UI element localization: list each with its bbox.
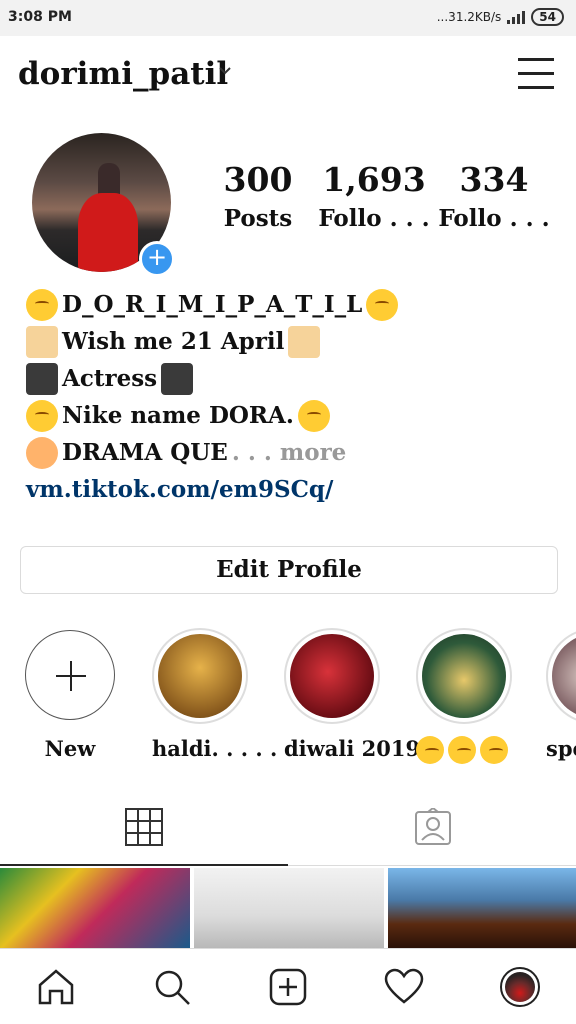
highlight-cover — [158, 634, 242, 718]
more-link[interactable]: . . . more — [232, 439, 346, 466]
followers-count: 1,693 — [322, 160, 426, 199]
profile-header: dorimi_patil — [0, 36, 576, 116]
network-speed: ...31.2KB/s — [436, 10, 502, 24]
highlight-new[interactable]: New — [22, 628, 118, 761]
kissing-face-emoji-icon — [297, 399, 330, 432]
highlight-diwali[interactable]: diwali 2019 — [284, 628, 421, 761]
movie-camera-emoji-icon — [161, 362, 194, 395]
bio-line: D_O_R_I_M_I_P_A_T_I_L — [26, 286, 556, 323]
post-thumbnail[interactable] — [0, 868, 190, 948]
tagged-icon[interactable] — [414, 808, 452, 846]
status-right: ...31.2KB/s 54 — [437, 8, 564, 26]
username[interactable]: dorimi_patil — [18, 56, 228, 92]
highlight-label: haldi. . . . . — [152, 736, 278, 761]
cake-emoji-icon — [26, 325, 58, 358]
add-story-icon[interactable]: + — [139, 241, 175, 277]
add-post-icon[interactable] — [268, 967, 308, 1007]
highlight-label: spec — [546, 736, 576, 761]
profile-avatar-icon[interactable] — [500, 967, 540, 1007]
highlight-label — [416, 736, 512, 769]
post-thumbnail[interactable] — [388, 868, 576, 948]
grid-icon[interactable] — [125, 808, 163, 846]
active-tab-indicator — [0, 864, 288, 866]
highlight-emoji[interactable] — [416, 628, 512, 769]
movie-camera-emoji-icon — [26, 362, 58, 395]
profile-tabs — [0, 800, 576, 866]
bio-drama: DRAMA QUE — [62, 439, 228, 466]
birthday-cake-emoji-icon — [288, 325, 321, 358]
followers-label: Follo . . . — [318, 205, 430, 232]
search-icon[interactable] — [152, 967, 192, 1007]
menu-icon[interactable] — [518, 58, 554, 92]
bio-line: Wish me 21 April — [26, 323, 556, 360]
highlight-haldi[interactable]: haldi. . . . . — [152, 628, 278, 761]
bio-line: Actress — [26, 360, 556, 397]
kissing-heart-emoji-icon — [448, 736, 476, 764]
highlight-spec[interactable]: spec — [546, 628, 576, 761]
chevron-down-icon[interactable] — [218, 66, 232, 76]
following-label: Follo . . . — [438, 205, 550, 232]
status-bar: 3:08 PM ...31.2KB/s 54 — [0, 0, 576, 36]
add-highlight-icon — [25, 630, 115, 720]
bio-occupation: Actress — [62, 365, 158, 392]
post-grid — [0, 868, 576, 948]
highlight-label: diwali 2019 — [284, 736, 421, 761]
bio-nickname: Nike name DORA. — [62, 402, 294, 429]
bio-birthday: Wish me 21 April — [62, 328, 285, 355]
status-time: 3:08 PM — [8, 9, 72, 25]
stat-following[interactable]: 334 Follo . . . — [434, 160, 554, 232]
kissing-heart-emoji-icon — [480, 736, 508, 764]
heart-icon[interactable] — [384, 967, 424, 1007]
post-thumbnail[interactable] — [194, 868, 384, 948]
bio-line: Nike name DORA. — [26, 397, 556, 434]
highlight-cover — [290, 634, 374, 718]
signal-icon — [507, 10, 526, 24]
kissing-heart-emoji-icon — [416, 736, 444, 764]
highlight-cover — [552, 634, 576, 718]
stat-followers[interactable]: 1,693 Follo . . . — [314, 160, 434, 232]
princess-emoji-icon — [26, 436, 58, 469]
highlight-label: New — [44, 736, 96, 761]
bio-website-link[interactable]: vm.tiktok.com/em9SCq/ — [26, 476, 333, 503]
kissing-face-emoji-icon — [26, 399, 58, 432]
bio-line: vm.tiktok.com/em9SCq/ — [26, 471, 556, 508]
home-icon[interactable] — [36, 967, 76, 1007]
kissing-face-emoji-icon — [26, 288, 58, 321]
bio: D_O_R_I_M_I_P_A_T_I_L Wish me 21 April A… — [26, 286, 556, 508]
highlight-cover — [422, 634, 506, 718]
battery-icon: 54 — [531, 8, 564, 26]
posts-count: 300 — [223, 160, 293, 199]
bottom-navigation — [0, 948, 576, 1024]
bio-name: D_O_R_I_M_I_P_A_T_I_L — [62, 291, 363, 318]
following-count: 334 — [459, 160, 529, 199]
bio-line: DRAMA QUE . . . more — [26, 434, 556, 471]
kissing-face-emoji-icon — [366, 288, 399, 321]
posts-label: Posts — [223, 205, 293, 232]
edit-profile-button[interactable]: Edit Profile — [20, 546, 558, 594]
stat-posts[interactable]: 300 Posts — [198, 160, 318, 232]
